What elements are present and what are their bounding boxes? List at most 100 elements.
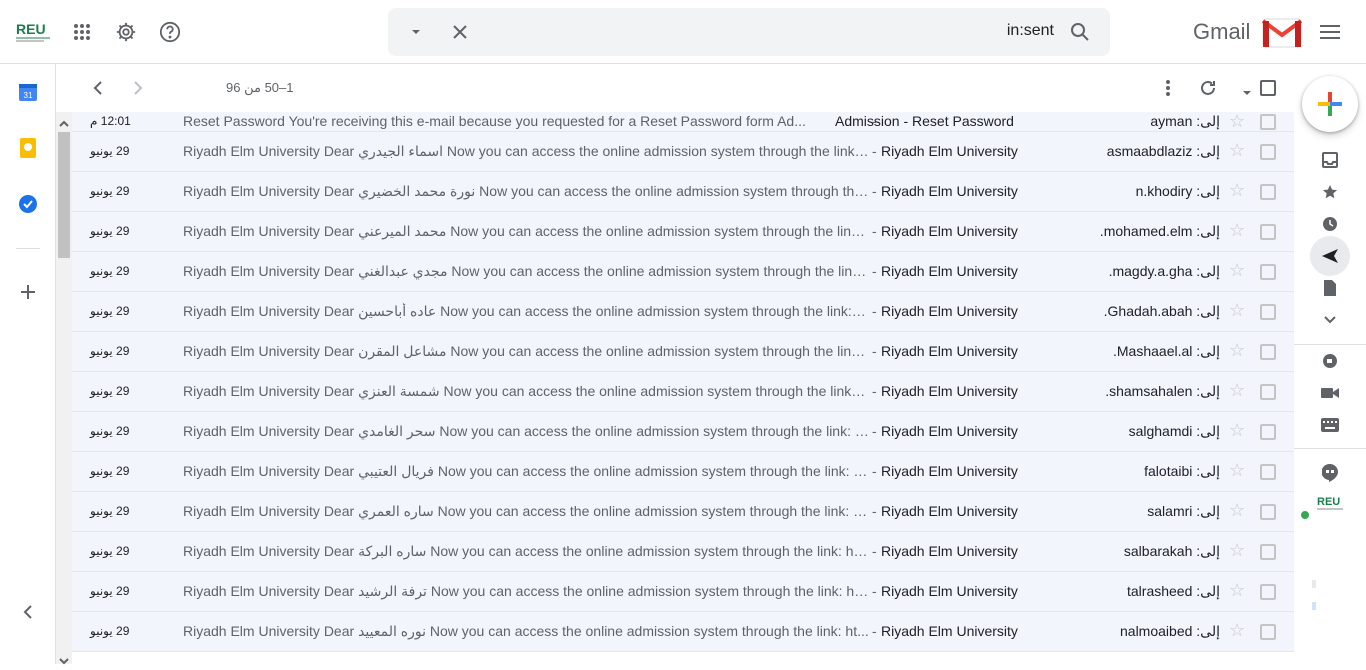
select-all-checkbox[interactable] — [1260, 80, 1276, 96]
email-row[interactable]: 29 يونيو Riyadh Elm University Dear سحر ا… — [72, 412, 1294, 452]
gmail-wordmark[interactable]: Gmail — [1193, 19, 1250, 45]
snippet-separator: - — [872, 423, 877, 439]
older-page-chevron-right-icon[interactable] — [118, 68, 158, 108]
row-checkbox[interactable] — [1260, 424, 1276, 440]
email-recipient: إلى: ayman — [1150, 113, 1220, 129]
email-row[interactable]: 29 يونيو Riyadh Elm University Dear مشاعل… — [72, 332, 1294, 372]
star-icon[interactable]: ☆ — [1229, 420, 1245, 441]
row-checkbox[interactable] — [1260, 114, 1276, 130]
calendar-icon[interactable]: 31 — [8, 72, 48, 112]
calendar-day-text: 31 — [24, 91, 33, 100]
reu-logo[interactable]: REU — [14, 18, 54, 44]
search-options-chevron-down-icon[interactable] — [396, 12, 436, 52]
star-icon[interactable]: ☆ — [1229, 300, 1245, 321]
email-row[interactable]: 29 يونيو Riyadh Elm University Dear عاده … — [72, 292, 1294, 332]
help-icon[interactable] — [150, 12, 190, 52]
star-icon[interactable]: ☆ — [1229, 112, 1245, 132]
star-icon[interactable]: ☆ — [1229, 260, 1245, 281]
search-icon[interactable] — [1060, 12, 1100, 52]
email-recipient: إلى: Ghadah.abah. — [1103, 303, 1220, 319]
reu-logo-text: REU — [16, 21, 46, 37]
select-dropdown-chevron-down-icon[interactable] — [1242, 84, 1252, 102]
user-avatar[interactable]: REU — [1316, 494, 1344, 516]
email-row[interactable]: 29 يونيو Riyadh Elm University Dear اسماء… — [72, 132, 1294, 172]
email-row[interactable]: 29 يونيو Riyadh Elm University Dear فريال… — [72, 452, 1294, 492]
row-checkbox[interactable] — [1260, 144, 1276, 160]
row-checkbox[interactable] — [1260, 624, 1276, 640]
email-snippet: Riyadh Elm University Dear ترفة الرشيد N… — [183, 583, 869, 599]
star-icon[interactable]: ☆ — [1229, 620, 1245, 641]
star-icon[interactable]: ☆ — [1229, 500, 1245, 521]
star-icon[interactable]: ☆ — [1229, 140, 1245, 161]
email-date: 29 يونيو — [90, 584, 130, 598]
search-input[interactable]: in:sent — [1007, 22, 1054, 40]
main-menu-icon[interactable] — [1310, 12, 1350, 52]
email-row[interactable]: 29 يونيو Riyadh Elm University Dear شمسة … — [72, 372, 1294, 412]
email-row[interactable]: 29 يونيو Riyadh Elm University Dear نوره … — [72, 612, 1294, 652]
add-addon-plus-icon[interactable] — [8, 272, 48, 312]
email-recipient: إلى: falotaibi — [1144, 463, 1220, 479]
row-checkbox[interactable] — [1260, 464, 1276, 480]
collapse-chevron-left-icon[interactable] — [8, 592, 48, 632]
star-icon[interactable]: ☆ — [1229, 460, 1245, 481]
row-checkbox[interactable] — [1260, 384, 1276, 400]
scroll-up-arrow-icon[interactable] — [59, 115, 69, 133]
email-row[interactable]: 29 يونيو Riyadh Elm University Dear نورة … — [72, 172, 1294, 212]
email-date: 29 يونيو — [90, 624, 130, 638]
row-checkbox[interactable] — [1260, 304, 1276, 320]
star-icon[interactable]: ☆ — [1229, 580, 1245, 601]
row-checkbox[interactable] — [1260, 504, 1276, 520]
scroll-down-arrow-icon[interactable] — [59, 652, 69, 670]
more-labels-chevron-down-icon[interactable] — [1310, 300, 1350, 340]
star-icon[interactable]: ☆ — [1229, 380, 1245, 401]
tasks-icon[interactable] — [8, 184, 48, 224]
email-subject: Riyadh Elm University — [881, 503, 1018, 519]
email-subject: Riyadh Elm University — [881, 463, 1018, 479]
snippet-separator: - — [872, 223, 877, 239]
row-checkbox[interactable] — [1260, 584, 1276, 600]
email-row[interactable]: 29 يونيو Riyadh Elm University Dear ساره … — [72, 492, 1294, 532]
email-date: 29 يونيو — [90, 384, 130, 398]
newer-page-chevron-left-icon[interactable] — [78, 68, 118, 108]
search-box[interactable]: in:sent — [388, 8, 1110, 56]
more-options-vertical-dots-icon[interactable] — [1148, 68, 1188, 108]
email-row[interactable]: 29 يونيو Riyadh Elm University Dear ساره … — [72, 532, 1294, 572]
email-row[interactable]: 12:01 م Reset Password You're receiving t… — [72, 112, 1294, 132]
email-recipient: إلى: talrasheed — [1127, 583, 1220, 599]
email-row[interactable]: 29 يونيو Riyadh Elm University Dear محمد … — [72, 212, 1294, 252]
compose-button[interactable] — [1302, 76, 1358, 132]
apps-grid-icon[interactable] — [62, 12, 102, 52]
keep-icon[interactable] — [8, 128, 48, 168]
row-checkbox[interactable] — [1260, 184, 1276, 200]
email-snippet: Riyadh Elm University Dear شمسة العنزي N… — [183, 383, 869, 399]
row-checkbox[interactable] — [1260, 224, 1276, 240]
join-meeting-keyboard-icon[interactable] — [1310, 405, 1350, 445]
snippet-separator: - — [872, 463, 877, 479]
row-checkbox[interactable] — [1260, 544, 1276, 560]
email-subject: Riyadh Elm University — [881, 263, 1018, 279]
scrollbar-thumb[interactable] — [58, 132, 70, 258]
email-list: 12:01 م Reset Password You're receiving t… — [72, 112, 1294, 664]
email-recipient: إلى: asmaabdlaziz — [1106, 143, 1220, 159]
email-recipient: إلى: Mashaael.al. — [1113, 343, 1220, 359]
left-app-rail: 31 — [0, 64, 56, 664]
star-icon[interactable]: ☆ — [1229, 340, 1245, 361]
email-snippet: Riyadh Elm University Dear مشاعل المقرن … — [183, 343, 869, 359]
refresh-icon[interactable] — [1188, 68, 1228, 108]
star-icon[interactable]: ☆ — [1229, 220, 1245, 241]
list-scrollbar[interactable] — [56, 112, 72, 665]
settings-gear-icon[interactable] — [106, 12, 146, 52]
email-snippet: Riyadh Elm University Dear سحر الغامدي N… — [183, 423, 869, 439]
row-checkbox[interactable] — [1260, 264, 1276, 280]
email-subject: Riyadh Elm University — [881, 623, 1018, 639]
row-checkbox[interactable] — [1260, 344, 1276, 360]
chat-hangouts-icon[interactable] — [1310, 453, 1350, 493]
star-icon[interactable]: ☆ — [1229, 180, 1245, 201]
email-row[interactable]: 29 يونيو Riyadh Elm University Dear مجدي … — [72, 252, 1294, 292]
star-icon[interactable]: ☆ — [1229, 540, 1245, 561]
email-row[interactable]: 29 يونيو Riyadh Elm University Dear ترفة … — [72, 572, 1294, 612]
gmail-logo-icon[interactable] — [1261, 18, 1303, 53]
chat-marker-icon — [1312, 602, 1316, 610]
clear-search-close-icon[interactable] — [440, 12, 480, 52]
email-date: 29 يونيو — [90, 144, 130, 158]
